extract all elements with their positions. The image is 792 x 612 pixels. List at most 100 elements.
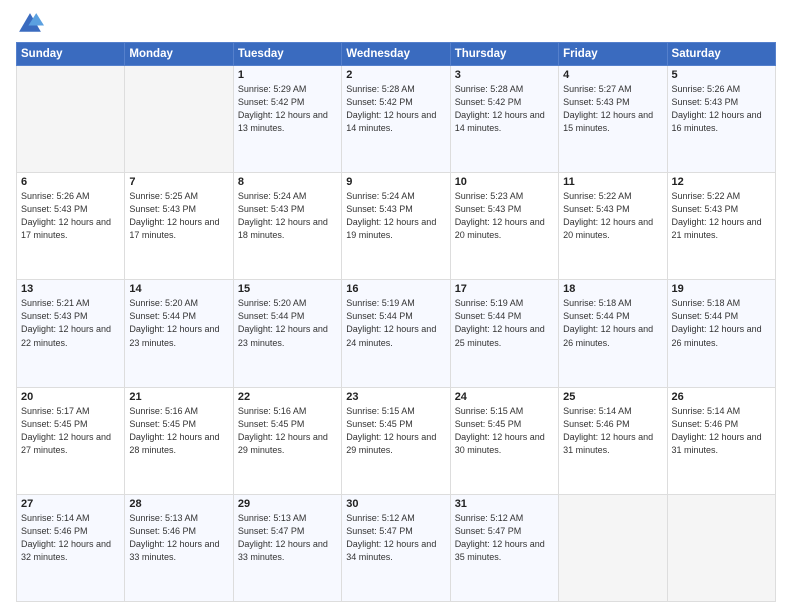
header: [16, 10, 776, 38]
day-info: Sunrise: 5:24 AMSunset: 5:43 PMDaylight:…: [238, 190, 337, 242]
day-info: Sunrise: 5:25 AMSunset: 5:43 PMDaylight:…: [129, 190, 228, 242]
week-row-2: 6Sunrise: 5:26 AMSunset: 5:43 PMDaylight…: [17, 173, 776, 280]
calendar-page: SundayMondayTuesdayWednesdayThursdayFrid…: [0, 0, 792, 612]
calendar-cell: [17, 66, 125, 173]
day-number: 24: [455, 391, 554, 403]
day-info: Sunrise: 5:28 AMSunset: 5:42 PMDaylight:…: [346, 83, 445, 135]
day-number: 14: [129, 283, 228, 295]
day-number: 22: [238, 391, 337, 403]
day-info: Sunrise: 5:18 AMSunset: 5:44 PMDaylight:…: [563, 297, 662, 349]
calendar-cell: 17 Sunrise: 5:19 AMSunset: 5:44 PMDayligh…: [450, 280, 558, 387]
calendar-cell: 7 Sunrise: 5:25 AMSunset: 5:43 PMDaylight…: [125, 173, 233, 280]
calendar-cell: 6Sunrise: 5:26 AMSunset: 5:43 PMDaylight…: [17, 173, 125, 280]
day-info: Sunrise: 5:14 AMSunset: 5:46 PMDaylight:…: [563, 405, 662, 457]
calendar-cell: 25 Sunrise: 5:14 AMSunset: 5:46 PMDayligh…: [559, 387, 667, 494]
calendar-cell: 16 Sunrise: 5:19 AMSunset: 5:44 PMDayligh…: [342, 280, 450, 387]
day-number: 8: [238, 176, 337, 188]
day-info: Sunrise: 5:19 AMSunset: 5:44 PMDaylight:…: [346, 297, 445, 349]
day-info: Sunrise: 5:21 AMSunset: 5:43 PMDaylight:…: [21, 297, 120, 349]
day-number: 20: [21, 391, 120, 403]
day-info: Sunrise: 5:19 AMSunset: 5:44 PMDaylight:…: [455, 297, 554, 349]
day-number: 19: [672, 283, 771, 295]
day-info: Sunrise: 5:27 AMSunset: 5:43 PMDaylight:…: [563, 83, 662, 135]
day-number: 7: [129, 176, 228, 188]
day-number: 30: [346, 498, 445, 510]
day-number: 1: [238, 69, 337, 81]
calendar-body: 1 Sunrise: 5:29 AMSunset: 5:42 PMDaylight…: [17, 66, 776, 602]
calendar-cell: 2 Sunrise: 5:28 AMSunset: 5:42 PMDaylight…: [342, 66, 450, 173]
calendar-cell: 24 Sunrise: 5:15 AMSunset: 5:45 PMDayligh…: [450, 387, 558, 494]
calendar-cell: 13 Sunrise: 5:21 AMSunset: 5:43 PMDayligh…: [17, 280, 125, 387]
calendar-header: SundayMondayTuesdayWednesdayThursdayFrid…: [17, 43, 776, 66]
calendar-cell: 5 Sunrise: 5:26 AMSunset: 5:43 PMDaylight…: [667, 66, 775, 173]
calendar-cell: 23Sunrise: 5:15 AMSunset: 5:45 PMDayligh…: [342, 387, 450, 494]
calendar-cell: 18Sunrise: 5:18 AMSunset: 5:44 PMDayligh…: [559, 280, 667, 387]
day-number: 12: [672, 176, 771, 188]
day-info: Sunrise: 5:28 AMSunset: 5:42 PMDaylight:…: [455, 83, 554, 135]
weekday-header-monday: Monday: [125, 43, 233, 66]
day-number: 2: [346, 69, 445, 81]
week-row-5: 27Sunrise: 5:14 AMSunset: 5:46 PMDayligh…: [17, 494, 776, 601]
day-info: Sunrise: 5:23 AMSunset: 5:43 PMDaylight:…: [455, 190, 554, 242]
day-number: 25: [563, 391, 662, 403]
day-number: 17: [455, 283, 554, 295]
day-info: Sunrise: 5:16 AMSunset: 5:45 PMDaylight:…: [129, 405, 228, 457]
day-info: Sunrise: 5:20 AMSunset: 5:44 PMDaylight:…: [238, 297, 337, 349]
day-number: 9: [346, 176, 445, 188]
calendar-cell: 8 Sunrise: 5:24 AMSunset: 5:43 PMDaylight…: [233, 173, 341, 280]
calendar-cell: 29Sunrise: 5:13 AMSunset: 5:47 PMDayligh…: [233, 494, 341, 601]
calendar-cell: 3 Sunrise: 5:28 AMSunset: 5:42 PMDaylight…: [450, 66, 558, 173]
day-number: 26: [672, 391, 771, 403]
day-number: 29: [238, 498, 337, 510]
calendar-cell: 10 Sunrise: 5:23 AMSunset: 5:43 PMDayligh…: [450, 173, 558, 280]
calendar-table: SundayMondayTuesdayWednesdayThursdayFrid…: [16, 42, 776, 602]
day-number: 27: [21, 498, 120, 510]
day-info: Sunrise: 5:17 AMSunset: 5:45 PMDaylight:…: [21, 405, 120, 457]
calendar-cell: 4Sunrise: 5:27 AMSunset: 5:43 PMDaylight…: [559, 66, 667, 173]
day-number: 5: [672, 69, 771, 81]
day-number: 6: [21, 176, 120, 188]
day-info: Sunrise: 5:15 AMSunset: 5:45 PMDaylight:…: [346, 405, 445, 457]
week-row-3: 13 Sunrise: 5:21 AMSunset: 5:43 PMDayligh…: [17, 280, 776, 387]
weekday-header-sunday: Sunday: [17, 43, 125, 66]
weekday-header-saturday: Saturday: [667, 43, 775, 66]
weekday-header-thursday: Thursday: [450, 43, 558, 66]
calendar-cell: [125, 66, 233, 173]
day-info: Sunrise: 5:18 AMSunset: 5:44 PMDaylight:…: [672, 297, 771, 349]
day-number: 13: [21, 283, 120, 295]
day-number: 28: [129, 498, 228, 510]
day-number: 10: [455, 176, 554, 188]
calendar-cell: 9Sunrise: 5:24 AMSunset: 5:43 PMDaylight…: [342, 173, 450, 280]
calendar-cell: 12Sunrise: 5:22 AMSunset: 5:43 PMDayligh…: [667, 173, 775, 280]
day-info: Sunrise: 5:29 AMSunset: 5:42 PMDaylight:…: [238, 83, 337, 135]
day-info: Sunrise: 5:12 AMSunset: 5:47 PMDaylight:…: [346, 512, 445, 564]
day-info: Sunrise: 5:16 AMSunset: 5:45 PMDaylight:…: [238, 405, 337, 457]
calendar-cell: 28 Sunrise: 5:13 AMSunset: 5:46 PMDayligh…: [125, 494, 233, 601]
day-number: 21: [129, 391, 228, 403]
day-info: Sunrise: 5:26 AMSunset: 5:43 PMDaylight:…: [672, 83, 771, 135]
calendar-cell: 11 Sunrise: 5:22 AMSunset: 5:43 PMDayligh…: [559, 173, 667, 280]
calendar-cell: [559, 494, 667, 601]
calendar-cell: 26 Sunrise: 5:14 AMSunset: 5:46 PMDayligh…: [667, 387, 775, 494]
weekday-header-tuesday: Tuesday: [233, 43, 341, 66]
calendar-cell: 31Sunrise: 5:12 AMSunset: 5:47 PMDayligh…: [450, 494, 558, 601]
calendar-cell: 15 Sunrise: 5:20 AMSunset: 5:44 PMDayligh…: [233, 280, 341, 387]
day-info: Sunrise: 5:20 AMSunset: 5:44 PMDaylight:…: [129, 297, 228, 349]
day-number: 15: [238, 283, 337, 295]
calendar-cell: 21 Sunrise: 5:16 AMSunset: 5:45 PMDayligh…: [125, 387, 233, 494]
day-info: Sunrise: 5:22 AMSunset: 5:43 PMDaylight:…: [563, 190, 662, 242]
day-number: 11: [563, 176, 662, 188]
week-row-1: 1 Sunrise: 5:29 AMSunset: 5:42 PMDaylight…: [17, 66, 776, 173]
day-info: Sunrise: 5:15 AMSunset: 5:45 PMDaylight:…: [455, 405, 554, 457]
weekday-header-wednesday: Wednesday: [342, 43, 450, 66]
logo-icon: [16, 10, 44, 38]
day-info: Sunrise: 5:13 AMSunset: 5:46 PMDaylight:…: [129, 512, 228, 564]
day-info: Sunrise: 5:14 AMSunset: 5:46 PMDaylight:…: [672, 405, 771, 457]
calendar-cell: 1 Sunrise: 5:29 AMSunset: 5:42 PMDaylight…: [233, 66, 341, 173]
weekday-header-friday: Friday: [559, 43, 667, 66]
day-info: Sunrise: 5:12 AMSunset: 5:47 PMDaylight:…: [455, 512, 554, 564]
week-row-4: 20 Sunrise: 5:17 AMSunset: 5:45 PMDayligh…: [17, 387, 776, 494]
day-number: 16: [346, 283, 445, 295]
day-number: 3: [455, 69, 554, 81]
calendar-cell: 19 Sunrise: 5:18 AMSunset: 5:44 PMDayligh…: [667, 280, 775, 387]
